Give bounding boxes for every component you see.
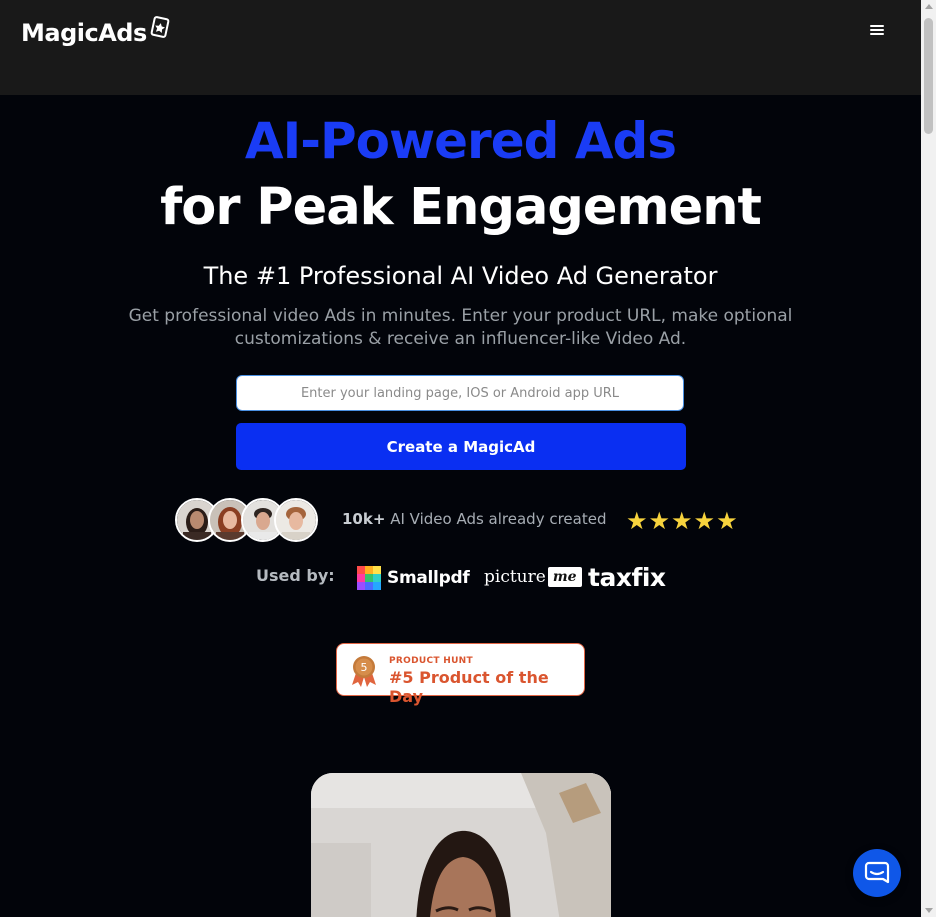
ads-created-text: 10k+ AI Video Ads already created [342,510,606,528]
hero-description: Get professional video Ads in minutes. E… [128,306,793,349]
menu-line [870,29,884,31]
hero-title: for Peak Engagement [160,178,762,237]
logo-text: MagicAds [21,19,147,47]
page: MagicAds AI-Powered Ads for Peak Engagem… [0,0,921,917]
avatar [274,498,318,542]
menu-line [870,33,884,35]
url-input[interactable] [236,375,684,411]
product-hunt-label: PRODUCT HUNT [389,656,473,666]
scroll-up-arrow-icon[interactable] [925,4,933,9]
product-hunt-rank: #5 Product of the Day [389,668,549,706]
scroll-thumb[interactable] [924,18,933,134]
menu-line [870,25,884,27]
ads-count: 10k+ [342,510,386,528]
smallpdf-icon [357,566,381,590]
product-hunt-badge[interactable]: 5 PRODUCT HUNT #5 Product of the Day [336,643,585,706]
page-scrollbar[interactable] [921,0,936,917]
hero-subtitle: The #1 Professional AI Video Ad Generato… [203,262,718,290]
chat-launcher-button[interactable] [853,849,901,897]
create-magicad-button[interactable]: Create a MagicAd [236,423,686,470]
scroll-down-arrow-icon[interactable] [925,908,933,913]
taxfix-logo: taxfix [588,563,666,592]
video-thumbnail [311,773,611,917]
smallpdf-logo: Smallpdf [357,566,470,590]
medal-rank: 5 [361,661,368,674]
cards-icon [150,16,170,38]
logo[interactable]: MagicAds [21,15,174,47]
smallpdf-text: Smallpdf [387,568,470,588]
video-preview[interactable] [311,773,611,917]
chat-bubble-icon [864,861,890,884]
medal-icon: 5 [352,656,376,687]
pictureme-logo: picture me [484,567,582,587]
pictureme-me: me [547,567,582,587]
user-avatars [175,498,325,544]
ads-created-label: AI Video Ads already created [390,510,607,528]
hamburger-menu-icon[interactable] [866,22,888,40]
pictureme-text: picture [484,567,546,587]
rating-stars: ★★★★★ [626,507,739,535]
site-header: MagicAds [0,0,921,95]
used-by-label: Used by: [256,566,335,585]
hero-title-highlight: AI-Powered Ads [244,112,677,170]
